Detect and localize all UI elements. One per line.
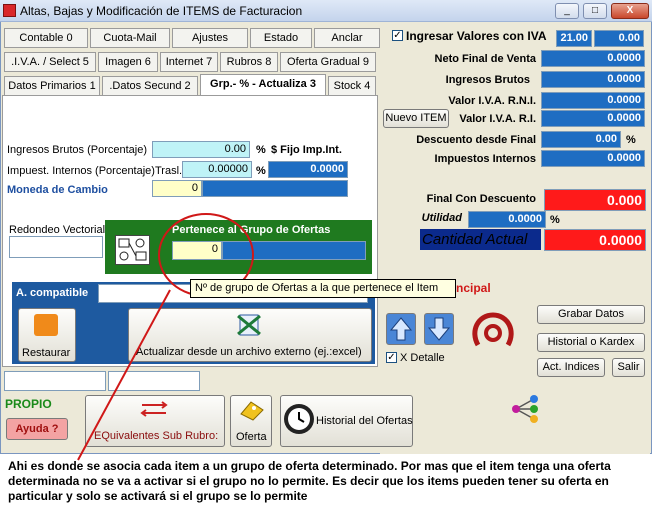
annotation-overlay [77, 213, 254, 461]
tooltip: Nº de grupo de Ofertas a la que pertenec… [190, 279, 456, 298]
annotation-caption: Ahi es donde se asocia cada item a un gr… [8, 459, 611, 503]
